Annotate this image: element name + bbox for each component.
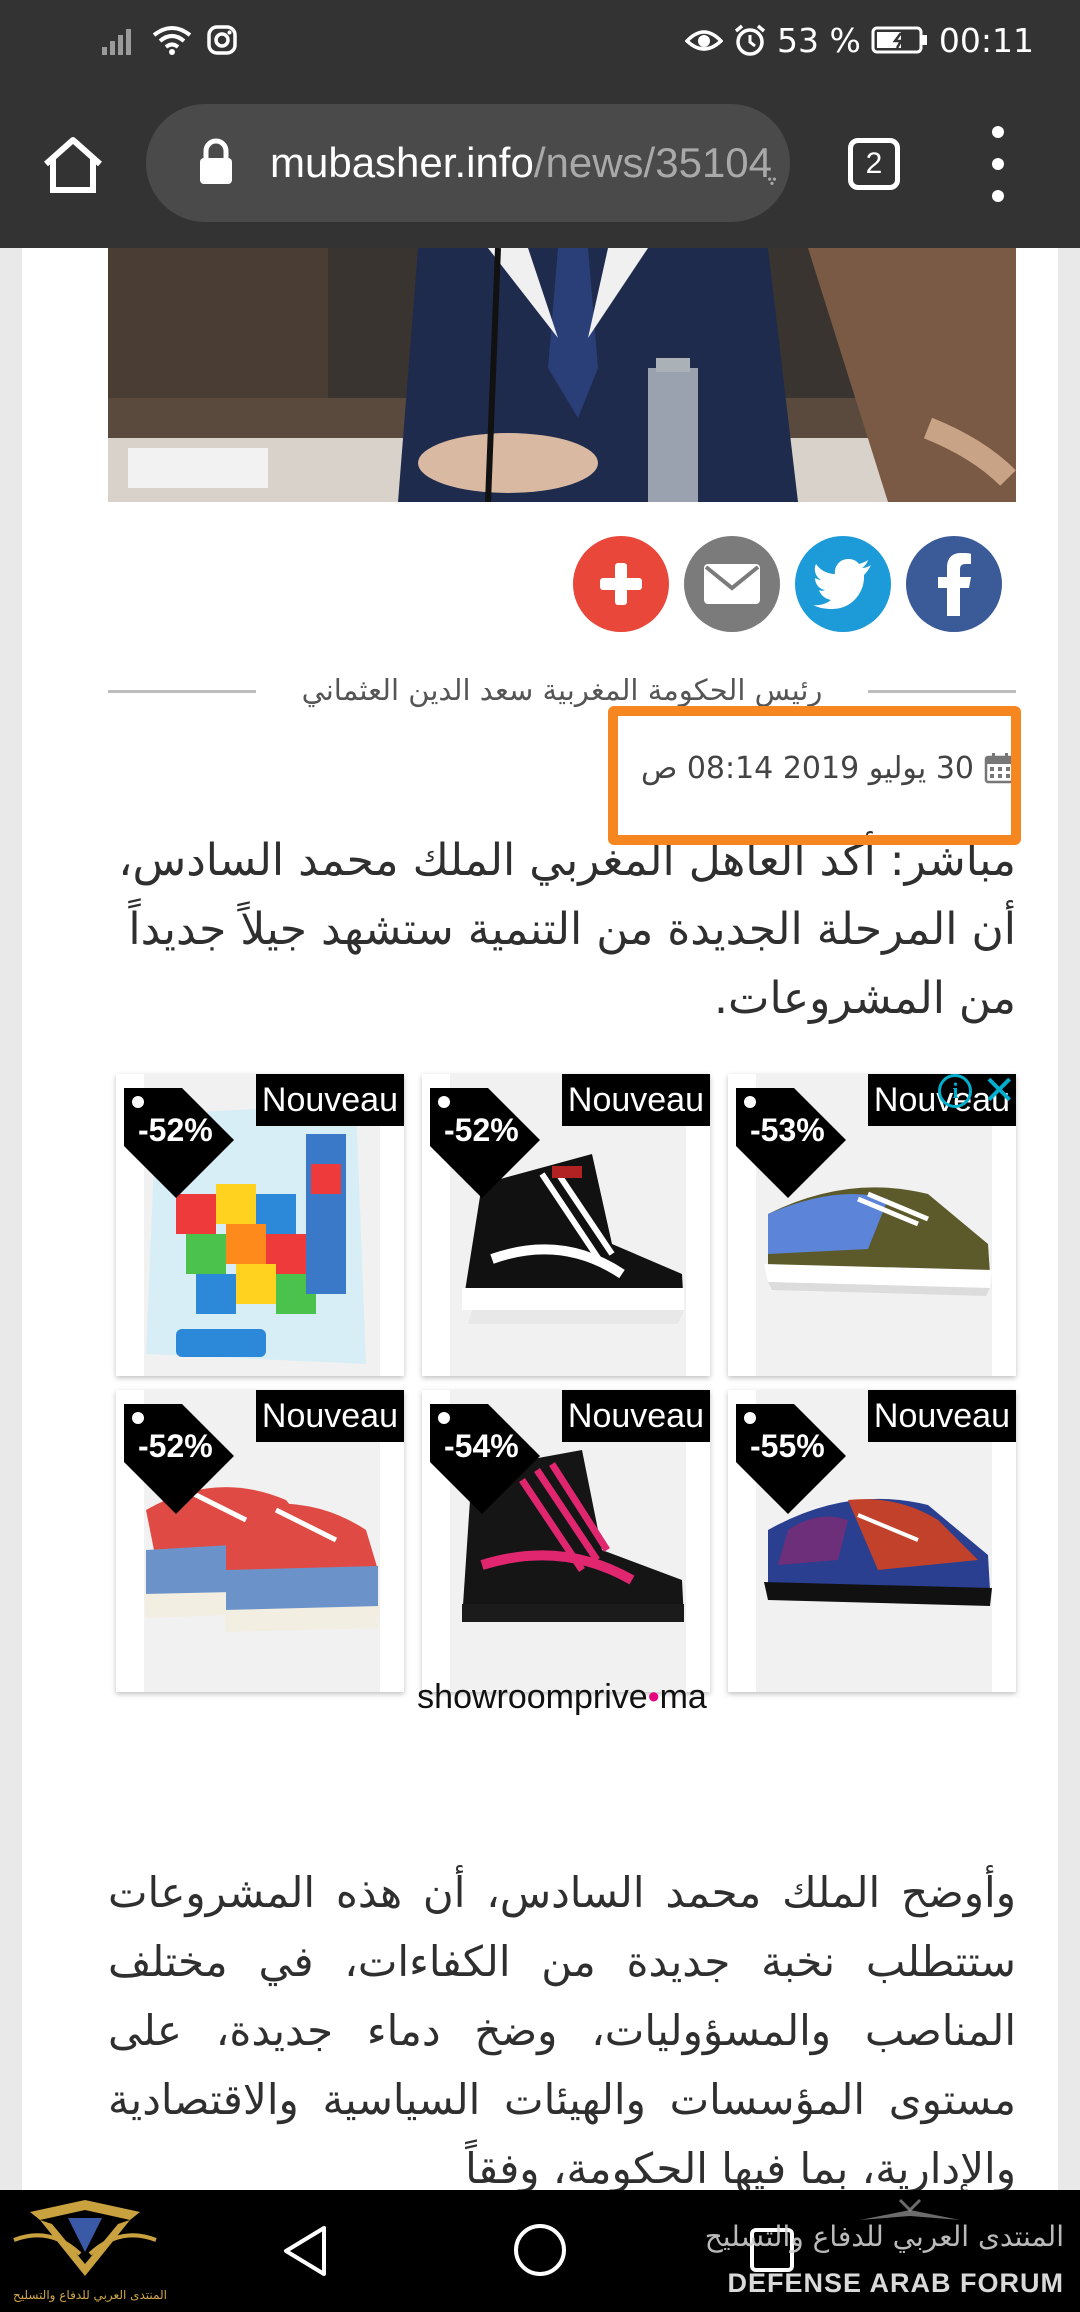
discount-text: -55% bbox=[750, 1428, 825, 1464]
forum-logo-text: المنتدى العربي للدفاع والتسليح bbox=[13, 2288, 167, 2302]
home-nav-icon[interactable] bbox=[512, 2222, 568, 2278]
discount-text: -54% bbox=[444, 1428, 519, 1464]
article-body: وأوضح الملك محمد السادس، أن هذه المشروعا… bbox=[108, 1868, 1016, 2190]
ad-block: Nouveau -52% Nouveau -52% Nouveau -53% N… bbox=[108, 1071, 1016, 1774]
share-more-button[interactable] bbox=[573, 536, 669, 632]
highlight-annotation bbox=[608, 706, 1021, 845]
battery-percent: 53 % bbox=[777, 20, 861, 60]
advertiser-brand[interactable]: showroomprive•ma bbox=[108, 1678, 1016, 1717]
brand-tld: ma bbox=[659, 1678, 707, 1716]
system-nav-bar: المنتدى العربي للدفاع والتسليح المنتدى ا… bbox=[0, 2190, 1080, 2312]
status-left-icons bbox=[100, 18, 238, 62]
forum-name-arabic: المنتدى العربي للدفاع والتسليح bbox=[704, 2220, 1064, 2253]
new-label: Nouveau bbox=[561, 1074, 710, 1126]
discount-text: -53% bbox=[750, 1112, 825, 1148]
tab-switcher-button[interactable]: 2 bbox=[848, 138, 900, 190]
url-path: /news/35104ֶ bbox=[533, 139, 773, 186]
new-label: Nouveau bbox=[561, 1390, 710, 1442]
menu-dot bbox=[992, 126, 1004, 138]
article-photo bbox=[108, 248, 1016, 502]
back-nav-icon[interactable] bbox=[280, 2224, 330, 2278]
lock-icon bbox=[200, 138, 232, 184]
caption-divider bbox=[868, 690, 1016, 693]
status-right-icons: 53 % 00:11 bbox=[685, 18, 1034, 62]
clock-time: 00:11 bbox=[938, 20, 1034, 60]
wifi-icon bbox=[152, 26, 192, 55]
eye-comfort-icon bbox=[685, 30, 724, 51]
overflow-menu-button[interactable] bbox=[976, 126, 1020, 202]
plus-icon bbox=[600, 563, 642, 605]
instagram-icon bbox=[207, 25, 237, 55]
caption-divider bbox=[108, 690, 256, 693]
ad-info-icon[interactable]: i bbox=[938, 1074, 973, 1108]
ad-choices[interactable]: i ✕ bbox=[938, 1071, 1016, 1111]
signal-icon bbox=[102, 29, 131, 55]
brand-dot: • bbox=[647, 1678, 660, 1716]
forum-logo-watermark: المنتدى العربي للدفاع والتسليح bbox=[10, 2196, 167, 2308]
forum-watermark: المنتدى العربي للدفاع والتسليح DEFENSE A… bbox=[705, 2196, 1070, 2308]
forum-name-english: DEFENSE ARAB FORUM bbox=[727, 2268, 1064, 2298]
product-card[interactable]: Nouveau -52% bbox=[422, 1074, 710, 1376]
article-card: رئيس الحكومة المغربية سعد الدين العثماني… bbox=[22, 248, 1058, 2190]
product-card[interactable]: Nouveau -52% bbox=[116, 1390, 404, 1692]
product-card[interactable]: Nouveau -55% bbox=[728, 1390, 1016, 1692]
url-domain: mubasher.info bbox=[270, 139, 534, 186]
menu-dot bbox=[992, 158, 1004, 170]
twitter-icon bbox=[813, 559, 871, 609]
forum-emblem bbox=[13, 2200, 157, 2276]
mail-icon bbox=[704, 564, 760, 604]
battery-icon bbox=[871, 26, 927, 54]
brand-name: showroomprive bbox=[417, 1678, 648, 1716]
share-facebook-button[interactable] bbox=[906, 536, 1002, 632]
product-card[interactable]: Nouveau -53% bbox=[728, 1074, 1016, 1376]
web-page: رئيس الحكومة المغربية سعد الدين العثماني… bbox=[0, 248, 1080, 2190]
ad-close-icon[interactable]: ✕ bbox=[982, 1071, 1016, 1111]
article-lead: مباشر: أكد العاهل المغربي الملك محمد الس… bbox=[118, 835, 1016, 1024]
url-text: mubasher.info/news/35104ֶ bbox=[270, 104, 780, 222]
share-buttons bbox=[573, 536, 1002, 632]
discount-text: -52% bbox=[138, 1112, 213, 1148]
new-label: Nouveau bbox=[255, 1390, 404, 1442]
home-button[interactable] bbox=[38, 130, 108, 200]
address-bar[interactable]: mubasher.info/news/35104ֶ bbox=[146, 104, 790, 222]
menu-dot bbox=[992, 190, 1004, 202]
new-label: Nouveau bbox=[255, 1074, 404, 1126]
discount-text: -52% bbox=[444, 1112, 519, 1148]
product-card[interactable]: Nouveau -54% bbox=[422, 1390, 710, 1692]
share-email-button[interactable] bbox=[684, 536, 780, 632]
browser-toolbar: mubasher.info/news/35104ֶ 2 bbox=[0, 80, 1080, 248]
status-bar: 53 % 00:11 bbox=[0, 0, 1080, 80]
new-label: Nouveau bbox=[867, 1390, 1016, 1442]
discount-text: -52% bbox=[138, 1428, 213, 1464]
facebook-icon bbox=[938, 553, 971, 616]
alarm-icon bbox=[734, 24, 766, 56]
share-twitter-button[interactable] bbox=[795, 536, 891, 632]
product-card[interactable]: Nouveau -52% bbox=[116, 1074, 404, 1376]
home-icon bbox=[44, 137, 102, 193]
